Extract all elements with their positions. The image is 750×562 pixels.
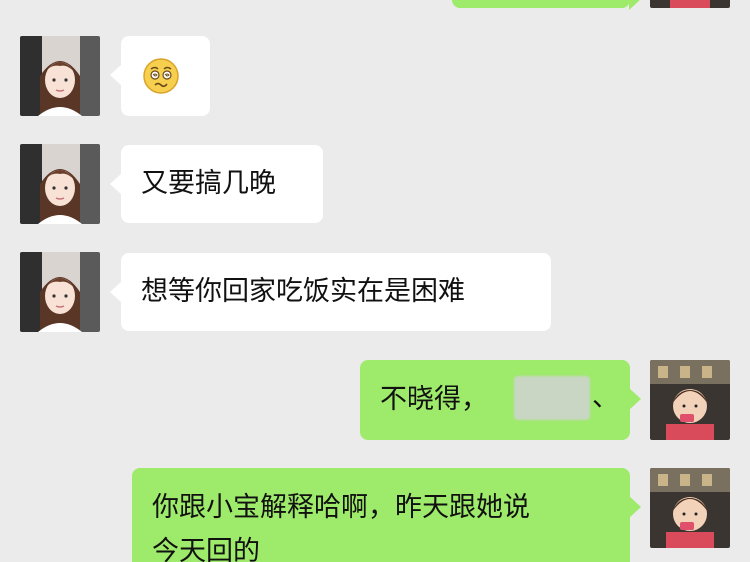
message-bubble-outgoing[interactable]: 不晓得， 、 — [360, 360, 641, 440]
avatar-self[interactable] — [650, 468, 730, 548]
avatar-contact[interactable] — [20, 252, 100, 332]
message-bubble-outgoing[interactable] — [452, 0, 641, 10]
message-bubble-outgoing[interactable]: 你跟小宝解释哈啊，昨天跟她说 今天回的 — [132, 468, 641, 562]
message-text: 想等你回家吃饭实在是困难 — [141, 276, 465, 307]
avatar-self[interactable] — [650, 360, 730, 440]
redacted-name-blur — [514, 376, 590, 420]
message-bubble-incoming[interactable]: 又要搞几晚 — [110, 145, 323, 223]
avatar-contact[interactable] — [20, 144, 100, 224]
avatar-self[interactable] — [650, 0, 730, 8]
dizzy-face-emoji-icon — [142, 57, 180, 95]
chat-window: 又要搞几晚 想等你回家吃饭实在是困难 不晓得， 、 你跟小宝解释哈啊，昨天跟她说… — [0, 0, 750, 562]
message-bubble-incoming[interactable]: 想等你回家吃饭实在是困难 — [110, 253, 551, 331]
message-trailing-text: 、 — [592, 382, 619, 413]
message-bubble-incoming-sticker[interactable] — [110, 36, 210, 116]
avatar-contact[interactable] — [20, 36, 100, 116]
message-text: 又要搞几晚 — [141, 168, 276, 199]
message-text: 你跟小宝解释哈啊，昨天跟她说 今天回的 — [152, 492, 530, 562]
